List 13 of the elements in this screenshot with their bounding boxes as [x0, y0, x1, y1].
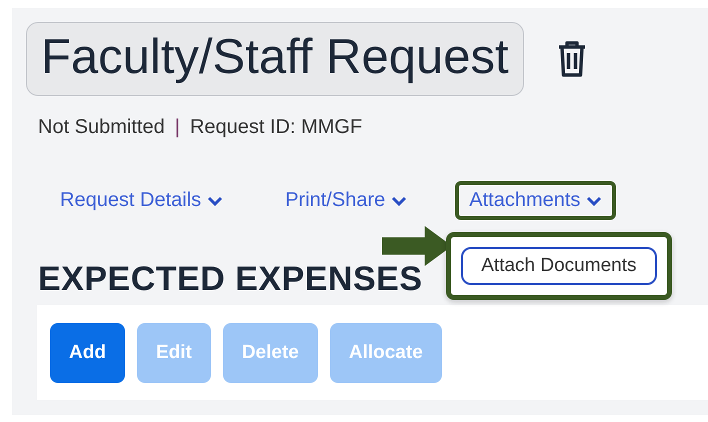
- nav-menu[interactable]: Request Details: [46, 181, 238, 220]
- request-id: Request ID: MMGF: [190, 116, 362, 139]
- chevron-icon: [207, 196, 224, 206]
- request-title[interactable]: Faculty/Staff Request: [26, 22, 524, 96]
- menu-item[interactable]: Attach Documents: [461, 247, 656, 285]
- action-button[interactable]: Add: [50, 322, 125, 382]
- section-heading: EXPECTED EXPENSES: [38, 260, 423, 299]
- nav-menu[interactable]: Attachments: [455, 181, 616, 220]
- nav-menu[interactable]: Print/Share: [271, 181, 422, 220]
- chevron-icon: [391, 196, 408, 206]
- chevron-icon: [586, 196, 602, 206]
- separator: |: [174, 116, 180, 139]
- status-text: Not Submitted: [38, 116, 165, 139]
